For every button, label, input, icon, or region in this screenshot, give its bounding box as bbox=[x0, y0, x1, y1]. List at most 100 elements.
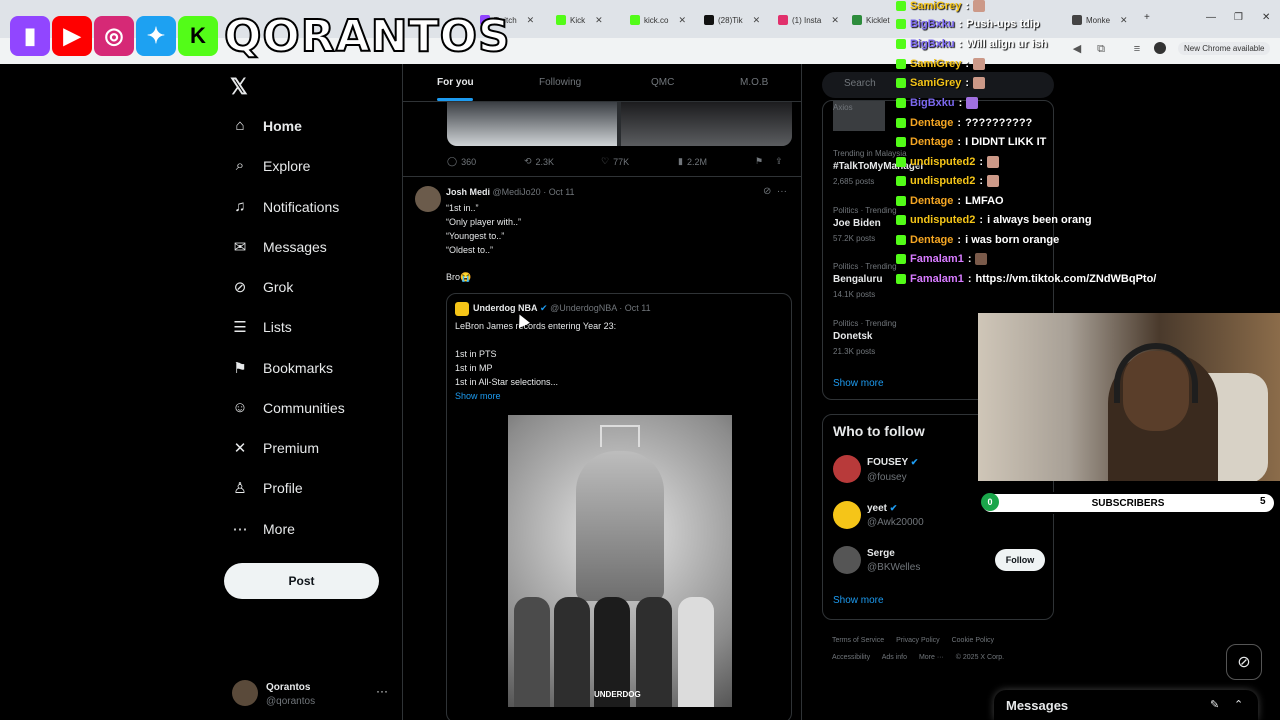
player-figure bbox=[576, 451, 664, 601]
browser-tab[interactable]: kick.co ✕ bbox=[630, 10, 696, 30]
avatar[interactable] bbox=[833, 501, 861, 529]
repost-icon: ⟲ bbox=[524, 156, 532, 166]
chat-message: SamiGrey: bbox=[896, 77, 986, 89]
tab-qmc[interactable]: QMC bbox=[651, 77, 674, 88]
footer-link[interactable]: Ads info bbox=[882, 654, 907, 661]
share-icon: ⇪ bbox=[775, 156, 783, 166]
compose-message-icon[interactable]: ✎ bbox=[1210, 698, 1219, 711]
quote-image[interactable]: UNDERDOG bbox=[508, 415, 732, 707]
user-handle: @Awk20000 bbox=[867, 517, 924, 528]
nav-item-notifications[interactable]: ♫ Notifications bbox=[231, 198, 339, 215]
user-name[interactable]: Serge bbox=[867, 548, 895, 559]
grok-icon[interactable]: ⊘ ··· bbox=[763, 186, 787, 197]
people-icon: ☺ bbox=[232, 399, 248, 416]
post-media[interactable] bbox=[447, 102, 792, 146]
post-button[interactable]: Post bbox=[224, 563, 379, 599]
nav-item-bookmarks[interactable]: ⚑ Bookmarks bbox=[231, 359, 333, 377]
close-icon[interactable]: ✕ bbox=[527, 15, 535, 26]
show-more-link[interactable]: Show more bbox=[833, 378, 884, 389]
nav-item-messages[interactable]: ✉ Messages bbox=[231, 238, 327, 256]
reply-button[interactable]: ◯ 360 bbox=[447, 156, 524, 167]
nav-item-more[interactable]: ⋯ More bbox=[231, 520, 295, 538]
views-button[interactable]: ▮ 2.2M bbox=[678, 156, 755, 167]
chat-message: SamiGrey: bbox=[896, 0, 986, 12]
tab-following[interactable]: Following bbox=[539, 77, 581, 88]
tab-for-you[interactable]: For you bbox=[437, 77, 474, 88]
kick-icon bbox=[630, 15, 640, 25]
trend-meta: Politics · Trending bbox=[833, 206, 897, 215]
post-date[interactable]: · Oct 11 bbox=[543, 187, 574, 197]
post-actions: ◯ 360 ⟲ 2.3K ♡ 77K ▮ 2.2M ⚑ ⇪ bbox=[447, 156, 792, 167]
like-button[interactable]: ♡ 77K bbox=[601, 156, 678, 167]
repost-button[interactable]: ⟲ 2.3K bbox=[524, 156, 601, 167]
chat-message: Dentage: I DIDNT LIKK IT bbox=[896, 136, 1046, 148]
nav-item-grok[interactable]: ⊘ Grok bbox=[231, 278, 294, 296]
close-icon[interactable]: ✕ bbox=[595, 15, 603, 26]
instagram-icon bbox=[778, 15, 788, 25]
feed-tabs: For you Following QMC M.O.B bbox=[403, 64, 801, 102]
avatar[interactable] bbox=[833, 455, 861, 483]
trend-name[interactable]: Joe Biden bbox=[833, 218, 881, 229]
follow-button[interactable]: Follow bbox=[995, 549, 1045, 571]
footer-link[interactable]: Cookie Policy bbox=[952, 637, 994, 644]
footer-link[interactable]: Privacy Policy bbox=[896, 637, 940, 644]
instagram-icon: ◎ bbox=[94, 16, 134, 56]
show-more-link[interactable]: Show more bbox=[833, 595, 884, 606]
chat-message: undisputed2: i always been orang bbox=[896, 214, 1092, 226]
close-icon[interactable]: ✕ bbox=[678, 15, 686, 26]
tab-mob[interactable]: M.O.B bbox=[740, 77, 768, 88]
footer-link[interactable]: More ··· bbox=[919, 654, 944, 661]
kick-icon bbox=[896, 98, 906, 108]
show-more-link[interactable]: Show more bbox=[455, 391, 501, 401]
bookmark-button[interactable]: ⚑ bbox=[755, 156, 763, 167]
avatar[interactable] bbox=[833, 546, 861, 574]
browser-tab[interactable]: Kicklet bbox=[852, 10, 896, 30]
author-handle[interactable]: @MediJo20 bbox=[493, 187, 541, 197]
chat-message: undisputed2: bbox=[896, 175, 1000, 187]
x-logo-icon[interactable]: 𝕏 bbox=[230, 74, 248, 100]
footer-link[interactable]: Accessibility bbox=[832, 654, 870, 661]
kick-icon bbox=[896, 1, 906, 11]
nav-item-explore[interactable]: ⌕ Explore bbox=[231, 157, 311, 174]
more-icon[interactable]: ··· bbox=[376, 684, 388, 698]
heart-icon: ♡ bbox=[601, 156, 610, 166]
trend-name[interactable]: Bengaluru bbox=[833, 274, 882, 285]
nav-item-home[interactable]: ⌂ Home bbox=[231, 117, 301, 134]
nav-item-premium[interactable]: ✕ Premium bbox=[231, 439, 319, 457]
trend-name[interactable]: Donetsk bbox=[833, 331, 872, 342]
post-header: Josh Medi @MediJo20 · Oct 11 bbox=[446, 187, 575, 197]
user-name[interactable]: FOUSEY ✔ bbox=[867, 457, 918, 468]
close-icon[interactable]: ✕ bbox=[831, 15, 839, 26]
nav-item-communities[interactable]: ☺ Communities bbox=[231, 399, 344, 416]
streamer-name: QORANTOS bbox=[223, 10, 511, 63]
nav-item-lists[interactable]: ☰ Lists bbox=[231, 318, 292, 336]
subscriber-goal-bar: SUBSCRIBERS bbox=[980, 492, 1276, 514]
emote-icon bbox=[975, 253, 988, 265]
x-icon: ✕ bbox=[233, 440, 247, 457]
close-icon[interactable]: ✕ bbox=[753, 15, 761, 26]
author-name[interactable]: Josh Medi bbox=[446, 187, 490, 197]
nav-item-profile[interactable]: ♙ Profile bbox=[231, 479, 302, 497]
emote-icon bbox=[973, 0, 986, 12]
messages-drawer[interactable]: Messages ✎ ⌃ bbox=[994, 690, 1258, 720]
person-icon: ♙ bbox=[233, 480, 247, 497]
share-button[interactable]: ⇪ bbox=[775, 156, 783, 167]
sub-count: 0 bbox=[981, 493, 999, 511]
browser-tab[interactable]: (28)Tik ✕ bbox=[704, 10, 770, 30]
quoted-post[interactable]: Underdog NBA ✔ @UnderdogNBA · Oct 11 LeB… bbox=[446, 293, 792, 720]
account-switcher[interactable]: Qorantos @qorantos ··· bbox=[232, 680, 392, 710]
drawer-title: Messages bbox=[1006, 698, 1069, 713]
post-text-line: “Oldest to..” bbox=[446, 245, 494, 255]
browser-tab[interactable]: (1) Insta ✕ bbox=[778, 10, 846, 30]
expand-icon[interactable]: ⌃ bbox=[1234, 698, 1243, 711]
browser-tab[interactable]: Kick ✕ bbox=[556, 10, 620, 30]
footer-link[interactable]: Terms of Service bbox=[832, 637, 884, 644]
emote-icon bbox=[966, 97, 979, 109]
sub-goal-label: SUBSCRIBERS bbox=[1091, 497, 1165, 509]
avatar bbox=[232, 680, 258, 706]
user-name[interactable]: yeet ✔ bbox=[867, 503, 897, 514]
grok-button[interactable]: ⊘ bbox=[1226, 644, 1262, 680]
player-figure bbox=[678, 597, 714, 707]
avatar[interactable] bbox=[415, 186, 441, 212]
quote-header: Underdog NBA ✔ @UnderdogNBA · Oct 11 bbox=[473, 303, 651, 314]
